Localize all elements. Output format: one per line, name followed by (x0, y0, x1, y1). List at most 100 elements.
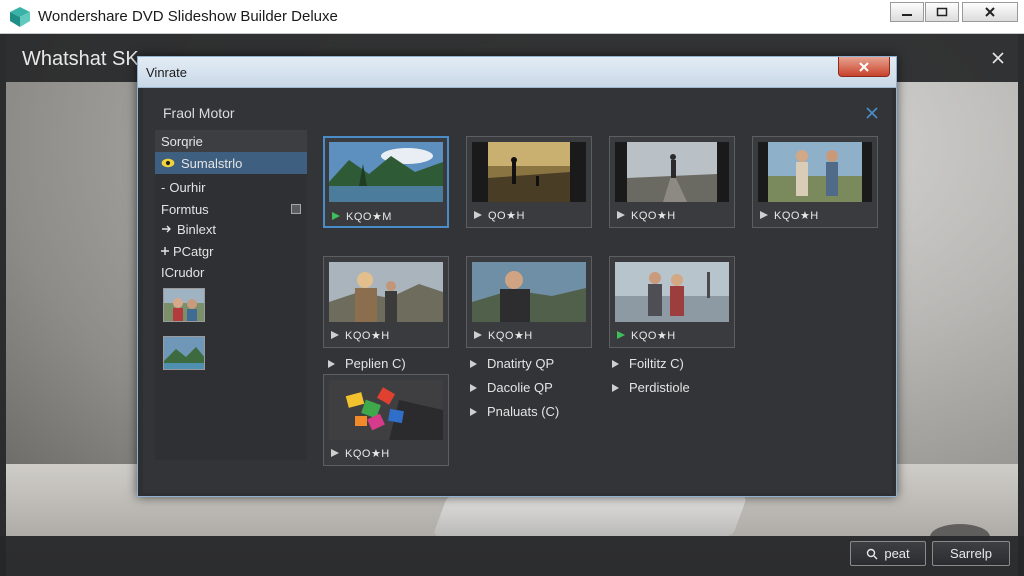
dialog-window: Vinrate Fraol Motor Sorqrie Sumalstrlo -… (137, 56, 897, 497)
thumbnail-rating: KQO★H (631, 329, 676, 342)
collapse-toggle-icon[interactable] (291, 204, 301, 214)
keyboard-image (432, 496, 748, 536)
thumbnail-meta: KQO★H (473, 327, 533, 343)
play-icon (470, 359, 477, 368)
right-border (1018, 34, 1024, 576)
left-border (0, 34, 6, 576)
thumbnail-rating: KQO★H (345, 447, 390, 460)
window-title: Wondershare DVD Slideshow Builder Deluxe (38, 8, 338, 25)
media-thumbnail[interactable]: KQO★H (609, 256, 735, 348)
couple-dock-image (615, 262, 729, 322)
list-item[interactable]: Dacolie QP (469, 380, 553, 395)
sidebar-item-outline[interactable]: - Ourhir (155, 176, 307, 198)
list-item-label: Dacolie QP (487, 380, 553, 395)
search-icon (867, 548, 878, 559)
app-logo-icon (10, 7, 30, 27)
thumbnail-rating: KQO★H (345, 329, 390, 342)
panel-title: Fraol Motor (163, 105, 235, 121)
thumbnail-rating: KQO★H (631, 209, 676, 222)
sample-button[interactable]: Sarrelp (932, 541, 1010, 566)
play-icon (470, 383, 477, 392)
media-thumbnail[interactable]: QO★H (466, 136, 592, 228)
thumbnail-meta: QO★H (473, 207, 525, 223)
list-item[interactable]: Pnaluats (C) (469, 404, 559, 419)
play-icon[interactable] (759, 210, 769, 220)
thumbnail-meta: KQO★H (330, 327, 390, 343)
sidebar-item-header[interactable]: Sorqrie (155, 130, 307, 152)
plus-icon (161, 247, 169, 255)
people-photo-thumbnail[interactable] (163, 288, 205, 322)
thumbnail-meta: KQO★M (331, 208, 392, 224)
list-item-label: Dnatirty QP (487, 356, 555, 371)
media-thumbnail[interactable]: KQO★M (323, 136, 449, 228)
sidebar-item-label: ICrudor (161, 264, 205, 280)
play-icon[interactable] (616, 330, 626, 340)
thumbnail-rating: QO★H (488, 209, 525, 222)
thumbnail-meta: KQO★H (759, 207, 819, 223)
media-thumbnail[interactable]: KQO★H (752, 136, 878, 228)
sidebar-item-label: Binlext (177, 221, 217, 237)
slideshow-icon (161, 158, 175, 168)
sidebar-item-binlext[interactable]: Binlext (155, 218, 307, 240)
play-icon[interactable] (330, 448, 340, 458)
play-icon (328, 359, 335, 368)
man-portrait-image (472, 262, 586, 322)
sidebar-item-label: Sumalstrlo (181, 155, 243, 171)
dialog-titlebar: Vinrate (138, 57, 896, 88)
media-thumbnail[interactable]: KQO★H (323, 374, 449, 466)
media-thumbnail[interactable]: KQO★H (609, 136, 735, 228)
list-item-label: Pnaluats (C) (487, 404, 560, 419)
play-icon[interactable] (473, 210, 483, 220)
maximize-icon (936, 7, 948, 17)
sidebar-item-pcatgr[interactable]: PCatgr (155, 240, 307, 262)
close-icon (985, 7, 995, 17)
preview-button[interactable]: peat (850, 541, 926, 566)
media-thumbnail[interactable]: KQO★H (323, 256, 449, 348)
play-icon (470, 407, 477, 416)
mountain-lake-image (329, 142, 443, 202)
play-icon[interactable] (330, 330, 340, 340)
list-item[interactable]: Peplien C) (327, 356, 406, 371)
play-icon[interactable] (473, 330, 483, 340)
sidebar-item-icrudor[interactable]: ICrudor (155, 261, 307, 283)
sidebar-item-slideshow[interactable]: Sumalstrlo (155, 152, 307, 174)
landscape-photo-thumbnail[interactable] (163, 336, 205, 370)
minimize-button[interactable] (890, 2, 924, 22)
sidebar-item-label: Ourhir (169, 179, 206, 195)
list-item[interactable]: Foiltitz C) (611, 356, 684, 371)
app-close-icon[interactable] (988, 48, 1008, 68)
sunset-figure-image (472, 142, 586, 202)
landscape-photo-image (164, 337, 204, 369)
couple-walking-image (758, 142, 872, 202)
list-item[interactable]: Perdistiole (611, 380, 690, 395)
sidebar-item-label: Sorqrie (161, 133, 203, 149)
list-item-label: Foiltitz C) (629, 356, 684, 371)
play-icon[interactable] (331, 211, 341, 221)
close-icon (859, 61, 869, 72)
sample-button-label: Sarrelp (950, 546, 992, 561)
sidebar-item-label: PCatgr (173, 243, 214, 259)
list-item[interactable]: Dnatirty QP (469, 356, 554, 371)
sidebar-item-label: Formtus (161, 201, 209, 217)
window-close-button[interactable] (962, 2, 1018, 22)
sidebar-item-formats[interactable]: Formtus (155, 198, 307, 220)
dialog-close-button[interactable] (838, 57, 890, 77)
play-icon (612, 359, 619, 368)
play-icon[interactable] (616, 210, 626, 220)
category-sidebar: Sorqrie Sumalstrlo - Ourhir Formtus Binl… (155, 130, 307, 460)
thumbnail-rating: KQO★H (774, 209, 819, 222)
dialog-content-panel: Fraol Motor Sorqrie Sumalstrlo - Ourhir … (143, 88, 892, 493)
thumbnail-rating: KQO★H (488, 329, 533, 342)
colorful-shapes-image (329, 380, 443, 440)
woman-portrait-image (329, 262, 443, 322)
maximize-button[interactable] (925, 2, 959, 22)
window-titlebar: Wondershare DVD Slideshow Builder Deluxe (0, 0, 1024, 34)
sidebar-item-prefix: - (161, 179, 166, 195)
thumbnail-meta: KQO★H (616, 207, 676, 223)
thumbnail-meta: KQO★H (330, 445, 390, 461)
panel-close-icon[interactable] (865, 106, 879, 120)
play-icon (612, 383, 619, 392)
people-photo-image (164, 289, 204, 321)
arrow-icon (162, 225, 171, 233)
media-thumbnail[interactable]: KQO★H (466, 256, 592, 348)
